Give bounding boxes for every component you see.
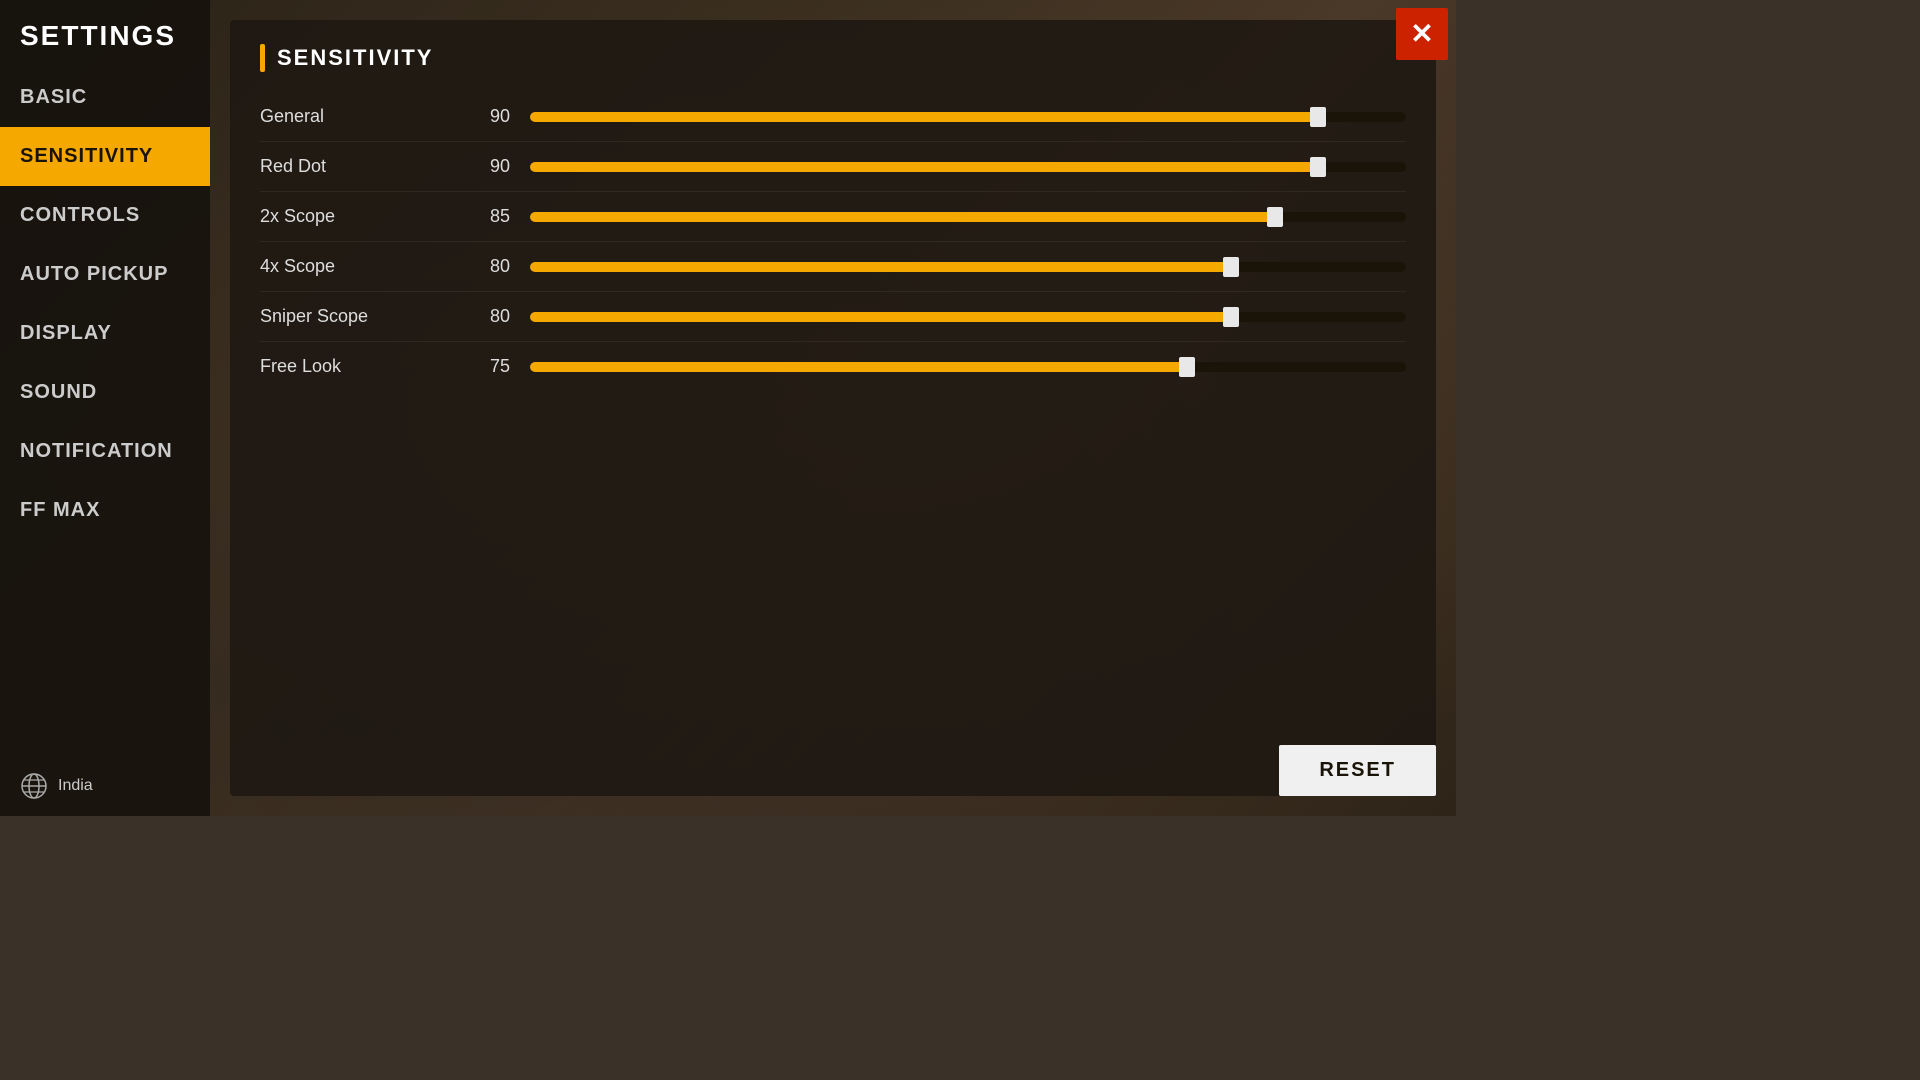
slider-thumb[interactable] [1267,207,1283,227]
sensitivity-rows: General 90 Red Dot 90 2x Scope 85 [260,92,1406,391]
sidebar-item-display[interactable]: DISPLAY [0,304,210,363]
sidebar-footer: India [0,756,210,816]
slider-thumb[interactable] [1310,107,1326,127]
row-label: Red Dot [260,156,460,177]
slider-track [530,162,1406,172]
sidebar-item-sensitivity[interactable]: SENSITIVITY [0,127,210,186]
sidebar-nav: BASICSENSITIVITYCONTROLSAUTO PICKUPDISPL… [0,68,210,756]
slider-track [530,362,1406,372]
slider-container[interactable] [530,157,1406,177]
sensitivity-row: Sniper Scope 80 [260,292,1406,342]
slider-fill [530,162,1318,172]
main-content: SENSITIVITY General 90 Red Dot 90 2x Sco… [210,0,1456,816]
app-title: SETTINGS [0,0,210,68]
sensitivity-row: General 90 [260,92,1406,142]
row-value: 90 [460,106,510,127]
slider-fill [530,212,1275,222]
reset-button[interactable]: RESET [1279,745,1436,796]
section-header: SENSITIVITY [260,44,1406,72]
sidebar-item-sound[interactable]: SOUND [0,363,210,422]
row-label: Free Look [260,356,460,377]
slider-fill [530,312,1231,322]
close-button[interactable]: ✕ [1396,8,1448,60]
slider-thumb[interactable] [1223,307,1239,327]
content-panel: SENSITIVITY General 90 Red Dot 90 2x Sco… [230,20,1436,796]
close-icon: ✕ [1410,20,1433,48]
sensitivity-row: 4x Scope 80 [260,242,1406,292]
sidebar-item-auto-pickup[interactable]: AUTO PICKUP [0,245,210,304]
section-bar [260,44,265,72]
slider-track [530,262,1406,272]
row-label: Sniper Scope [260,306,460,327]
slider-track [530,312,1406,322]
sensitivity-row: Red Dot 90 [260,142,1406,192]
slider-container[interactable] [530,207,1406,227]
slider-thumb[interactable] [1179,357,1195,377]
row-value: 90 [460,156,510,177]
slider-container[interactable] [530,107,1406,127]
row-label: General [260,106,460,127]
slider-container[interactable] [530,307,1406,327]
row-label: 2x Scope [260,206,460,227]
globe-icon [20,772,48,800]
sensitivity-row: Free Look 75 [260,342,1406,391]
row-value: 85 [460,206,510,227]
slider-container[interactable] [530,257,1406,277]
slider-thumb[interactable] [1310,157,1326,177]
slider-track [530,212,1406,222]
slider-thumb[interactable] [1223,257,1239,277]
sidebar-item-controls[interactable]: CONTROLS [0,186,210,245]
region-label: India [58,777,93,795]
slider-container[interactable] [530,357,1406,377]
sensitivity-row: 2x Scope 85 [260,192,1406,242]
slider-track [530,112,1406,122]
slider-fill [530,362,1187,372]
slider-fill [530,262,1231,272]
slider-fill [530,112,1318,122]
sidebar: SETTINGS BASICSENSITIVITYCONTROLSAUTO PI… [0,0,210,816]
row-value: 80 [460,306,510,327]
sidebar-item-basic[interactable]: BASIC [0,68,210,127]
row-value: 75 [460,356,510,377]
sidebar-item-notification[interactable]: NOTIFICATION [0,422,210,481]
section-title: SENSITIVITY [277,45,433,71]
row-label: 4x Scope [260,256,460,277]
sidebar-item-ff-max[interactable]: FF MAX [0,481,210,540]
row-value: 80 [460,256,510,277]
